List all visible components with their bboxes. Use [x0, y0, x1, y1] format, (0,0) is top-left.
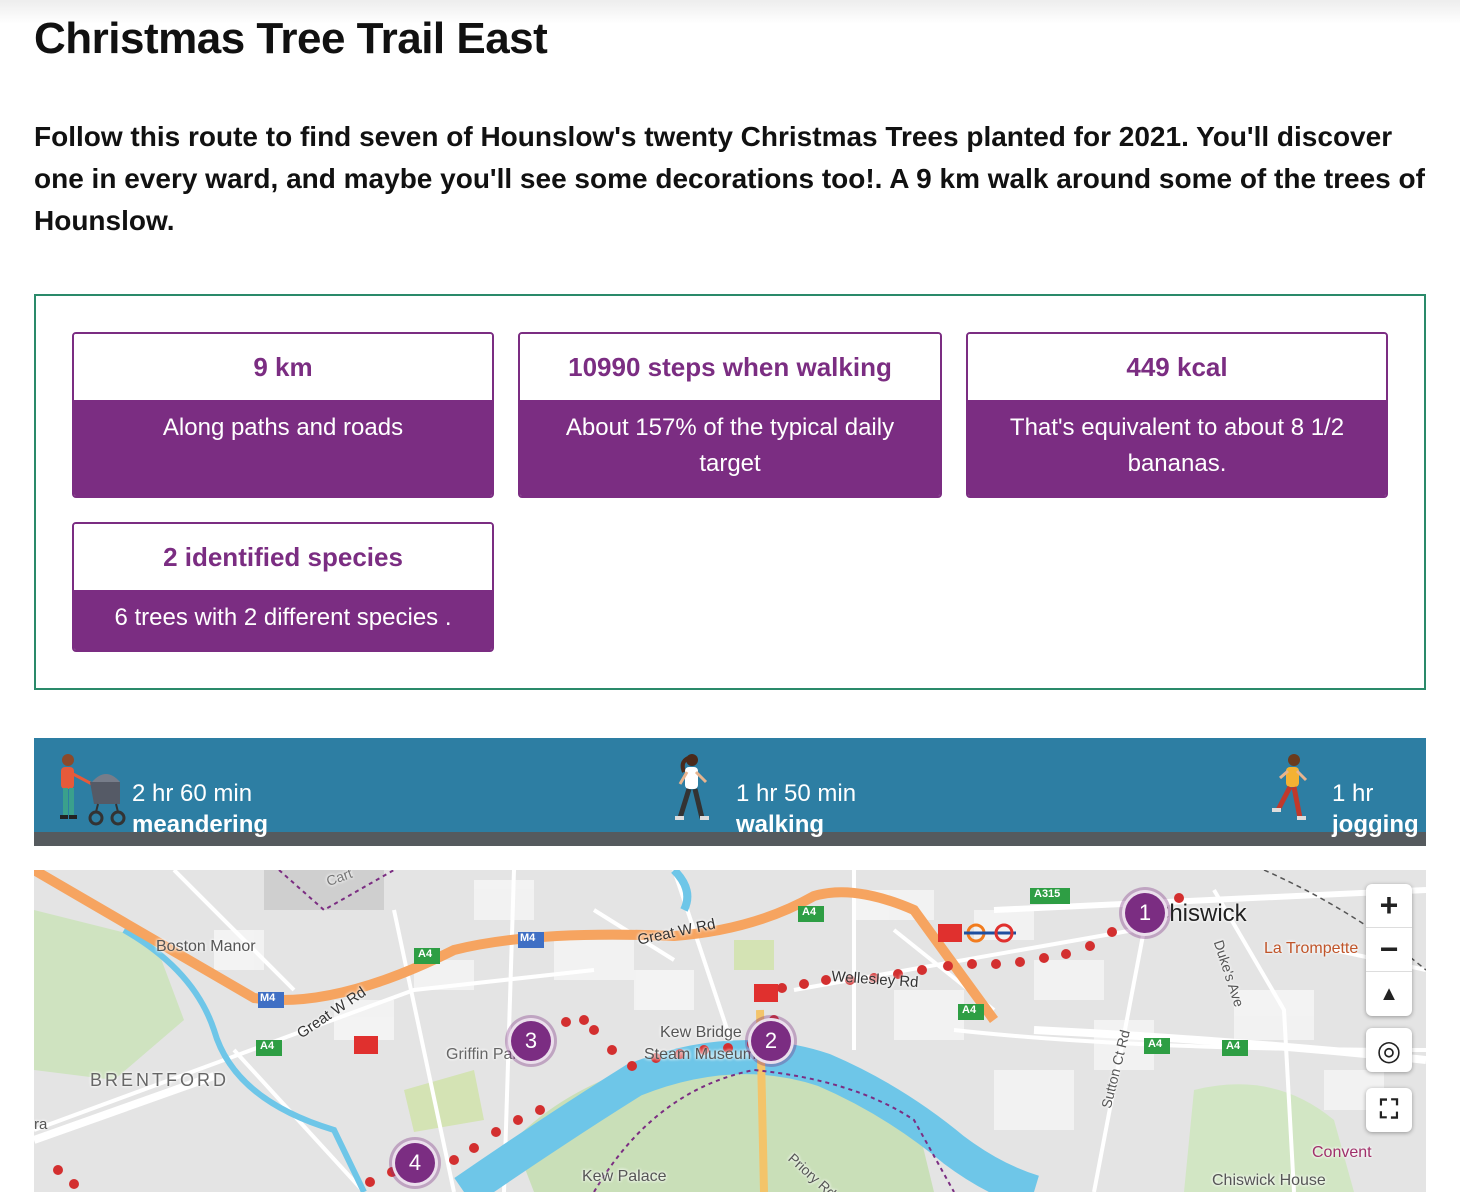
- map-label-boston-manor: Boston Manor: [156, 938, 256, 955]
- stat-species-detail: 6 trees with 2 different species .: [74, 590, 492, 650]
- compass-button[interactable]: ▲: [1366, 972, 1412, 1016]
- zoom-in-button[interactable]: +: [1366, 884, 1412, 928]
- shield-m4-west: M4: [260, 992, 276, 1004]
- pace-walking-mode: walking: [736, 811, 825, 838]
- locate-control: ◎: [1366, 1028, 1412, 1072]
- page-title: Christmas Tree Trail East: [34, 14, 548, 63]
- stat-card-species: 2 identified species 6 trees with 2 diff…: [72, 522, 494, 652]
- jogger-icon: [1272, 754, 1308, 820]
- shield-m4-east: M4: [520, 932, 536, 944]
- pace-jogging: 1 hr jogging: [1266, 752, 1426, 838]
- map-label-kew-bridge: Kew Bridge: [660, 1024, 742, 1041]
- pace-bar: 2 hr 60 min meandering 1 hr 50 min walki…: [34, 738, 1426, 846]
- map-label-brentford: BRENTFORD: [90, 1070, 229, 1090]
- pace-jogging-label: 1 hr jogging: [1332, 778, 1419, 840]
- walker-icon: [675, 754, 709, 820]
- stat-species-value: 2 identified species: [74, 524, 492, 590]
- map-label-la-trompette: La Trompette: [1264, 940, 1359, 957]
- stat-card-distance: 9 km Along paths and roads: [72, 332, 494, 498]
- pram-walker-icon: [60, 754, 126, 826]
- tree-marker-2[interactable]: 2: [748, 1018, 794, 1064]
- trail-description: Follow this route to find seven of Houns…: [34, 121, 1425, 236]
- fullscreen-control: ⛶: [1366, 1088, 1412, 1132]
- stats-panel: 9 km Along paths and roads 10990 steps w…: [34, 294, 1426, 690]
- tree-marker-4[interactable]: 4: [392, 1140, 438, 1186]
- shield-a4-5: A4: [1148, 1038, 1163, 1050]
- map-label-kew-palace: Kew Palace: [582, 1168, 667, 1185]
- stat-steps-value: 10990 steps when walking: [520, 334, 940, 400]
- map-label-steam-museum: Steam Museum: [644, 1046, 757, 1063]
- trail-map[interactable]: Boston Manor BRENTFORD Griffin Park Kew …: [34, 870, 1426, 1192]
- shield-a4-2: A4: [260, 1040, 275, 1052]
- map-label-chiswick-house: Chiswick House: [1212, 1172, 1326, 1189]
- stat-card-calories: 449 kcal That's equivalent to about 8 1/…: [966, 332, 1388, 498]
- stat-distance-value: 9 km: [74, 334, 492, 400]
- stat-steps-detail: About 157% of the typical daily target: [520, 400, 940, 496]
- zoom-out-button[interactable]: −: [1366, 928, 1412, 972]
- locate-button[interactable]: ◎: [1366, 1028, 1412, 1072]
- stat-calories-detail: That's equivalent to about 8 1/2 bananas…: [968, 400, 1386, 496]
- fullscreen-button[interactable]: ⛶: [1366, 1088, 1412, 1132]
- tree-marker-3[interactable]: 3: [508, 1018, 554, 1064]
- stat-calories-value: 449 kcal: [968, 334, 1386, 400]
- pace-walking-duration: 1 hr 50 min: [736, 780, 857, 807]
- map-label-ra: ra: [34, 1116, 48, 1133]
- shield-a4-1: A4: [418, 948, 433, 960]
- stat-distance-detail: Along paths and roads: [74, 400, 492, 496]
- stat-card-steps: 10990 steps when walking About 157% of t…: [518, 332, 942, 498]
- pace-jogging-duration: 1 hr: [1332, 780, 1374, 807]
- pace-walking-label: 1 hr 50 min walking: [736, 778, 856, 840]
- shield-a4-4: A4: [962, 1004, 977, 1016]
- shield-a4-6: A4: [1226, 1040, 1241, 1052]
- pace-meandering-duration: 2 hr 60 min: [132, 780, 253, 807]
- shield-a4-3: A4: [802, 906, 817, 918]
- tree-marker-1[interactable]: 1: [1122, 890, 1168, 936]
- pace-walking: 1 hr 50 min walking: [670, 752, 970, 838]
- pace-jogging-mode: jogging: [1332, 811, 1419, 838]
- map-label-convent: Convent: [1312, 1144, 1372, 1161]
- pace-meandering: 2 hr 60 min meandering: [54, 752, 354, 838]
- zoom-controls: + − ▲: [1366, 884, 1412, 1016]
- shield-a315: A315: [1034, 888, 1061, 900]
- pace-meandering-mode: meandering: [132, 811, 269, 838]
- pace-meandering-label: 2 hr 60 min meandering: [132, 778, 268, 840]
